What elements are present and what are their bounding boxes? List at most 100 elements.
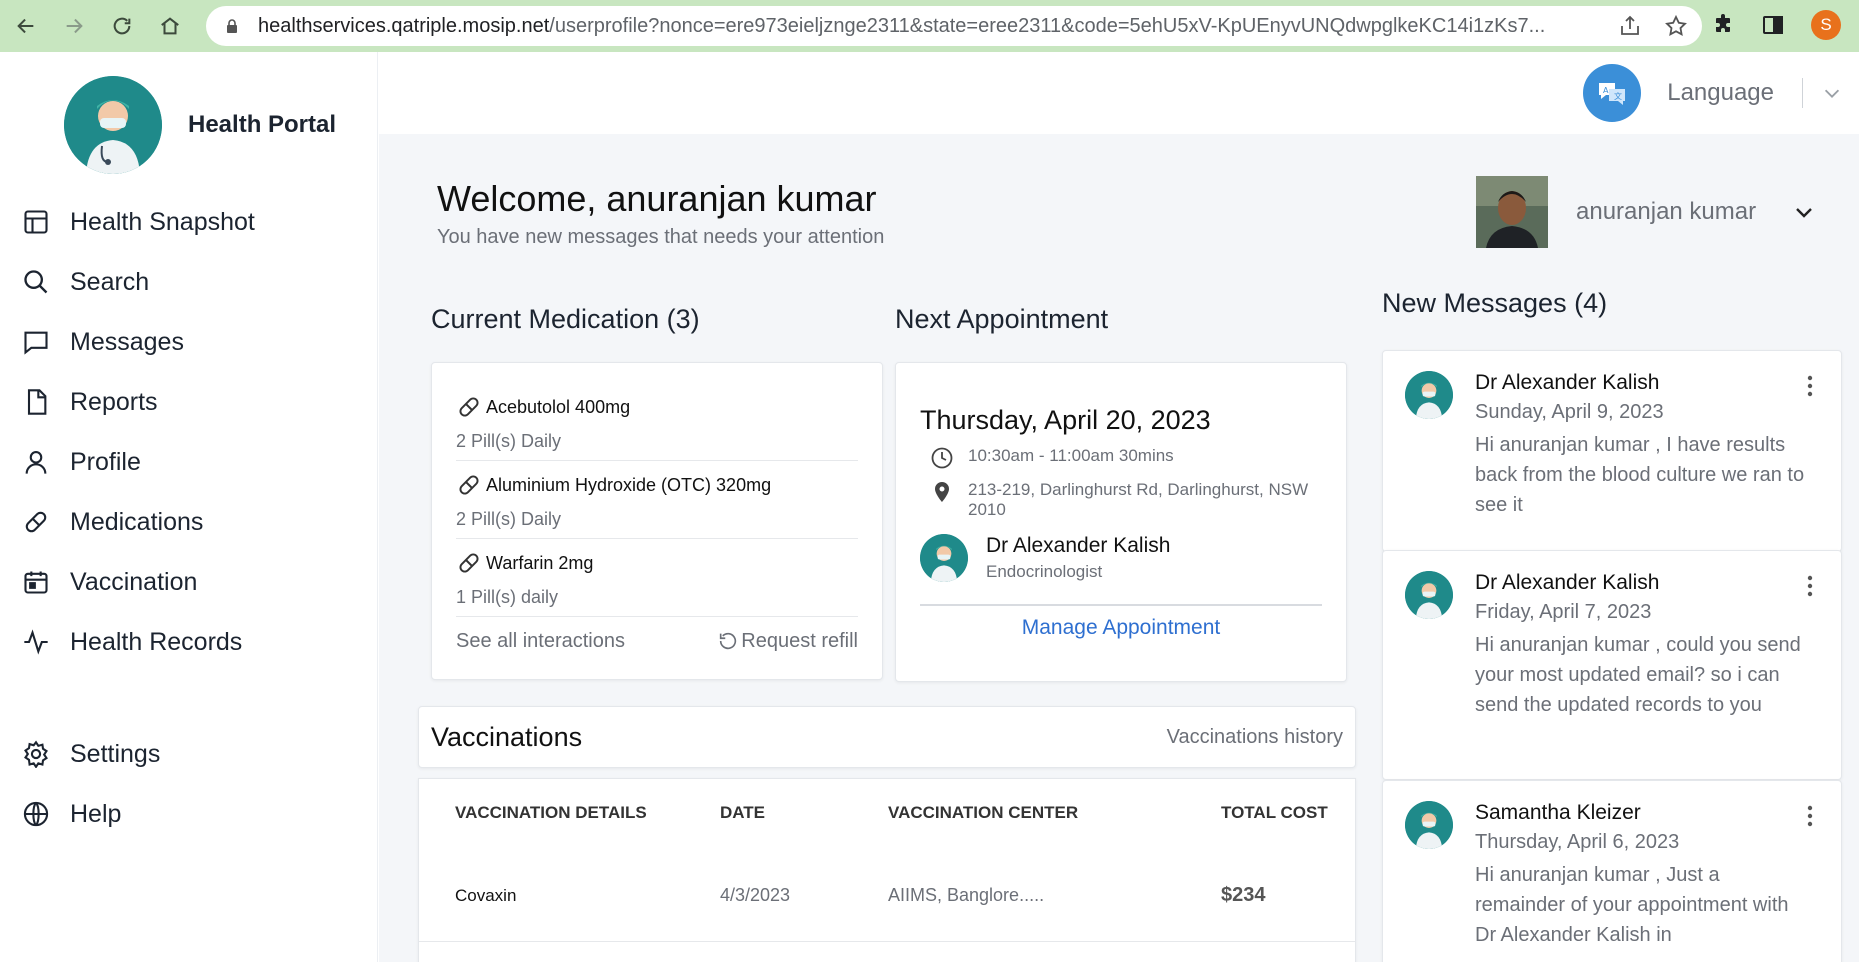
sidebar-item-label: Medications [70, 507, 204, 536]
message-date: Friday, April 7, 2023 [1475, 601, 1652, 623]
top-bar: A 文 Language [379, 52, 1859, 134]
sidebar-item-medications[interactable]: Medications [22, 492, 255, 552]
request-refill-button[interactable]: Request refill [717, 630, 858, 653]
reload-icon[interactable] [98, 0, 146, 52]
appointment-card: Thursday, April 20, 2023 10:30am - 11:00… [895, 362, 1347, 682]
medication-dose: 2 Pill(s) Daily [456, 431, 562, 451]
vaccine-name: Covaxin [419, 851, 684, 942]
share-icon[interactable] [1618, 14, 1642, 38]
medication-name: Acebutolol 400mg [486, 396, 631, 417]
location-pin-icon [935, 482, 949, 502]
extensions-icon[interactable] [1711, 13, 1735, 37]
sidebar-item-vaccination[interactable]: Vaccination [22, 552, 255, 612]
medication-dose: 2 Pill(s) Daily [456, 509, 562, 529]
message-preview: Hi anuranjan kumar , I have results back… [1475, 434, 1805, 516]
svg-text:文: 文 [1614, 91, 1622, 101]
sidebar-item-reports[interactable]: Reports [22, 372, 255, 432]
vaccinations-history-link[interactable]: Vaccinations history [1167, 726, 1343, 749]
forward-icon[interactable] [50, 0, 98, 52]
appointment-doctor[interactable]: Dr Alexander Kalish Endocrinologist [920, 534, 1322, 582]
more-vertical-icon[interactable] [1807, 375, 1813, 397]
globe-icon [23, 801, 49, 827]
table-row[interactable]: Covaxin 4/3/2023 AIIMS, Banglore..... $2… [419, 851, 1355, 942]
profile-avatar[interactable]: S [1811, 10, 1841, 40]
message-card[interactable]: Samantha Kleizer Thursday, April 6, 2023… [1382, 780, 1842, 962]
search-icon [24, 270, 48, 294]
main-content: A 文 Language Welcome, anuranjan kumar Yo… [379, 52, 1859, 962]
sidebar-item-messages[interactable]: Messages [22, 312, 255, 372]
sidebar-item-health-records[interactable]: Health Records [22, 612, 255, 672]
appointment-time: 10:30am - 11:00am 30mins [930, 446, 1322, 470]
home-icon[interactable] [146, 0, 194, 52]
message-date: Sunday, April 9, 2023 [1475, 401, 1664, 423]
browser-toolbar: healthservices.qatriple.mosip.net/userpr… [0, 0, 1859, 52]
message-preview: Hi anuranjan kumar , Just a remainder of… [1475, 864, 1789, 946]
doctor-avatar-icon [1405, 371, 1453, 419]
avatar [1476, 176, 1548, 248]
translate-icon: A 文 [1583, 64, 1642, 122]
sidepanel-icon[interactable] [1761, 13, 1785, 37]
svg-text:A: A [1603, 86, 1609, 95]
sidebar-item-health-snapshot[interactable]: Health Snapshot [22, 192, 255, 252]
brand[interactable]: Health Portal [64, 76, 336, 174]
user-menu[interactable]: anuranjan kumar [1476, 176, 1816, 248]
sidebar-item-settings[interactable]: Settings [22, 724, 160, 784]
sidebar-item-label: Settings [70, 739, 161, 768]
language-label: Language [1667, 79, 1774, 106]
lock-icon [227, 19, 237, 33]
welcome-header: Welcome, anuranjan kumar You have new me… [437, 178, 884, 249]
pill-icon [459, 553, 479, 573]
language-selector[interactable]: A 文 Language [1583, 64, 1843, 122]
message-sender: Samantha Kleizer [1475, 801, 1641, 824]
appointment-time-text: 10:30am - 11:00am 30mins [968, 446, 1174, 465]
see-all-interactions-link[interactable]: See all interactions [456, 630, 625, 653]
list-item[interactable]: Warfarin 2mg 1 Pill(s) daily [456, 539, 858, 617]
vaccinations-header: Vaccinations Vaccinations history [418, 706, 1356, 768]
more-vertical-icon[interactable] [1807, 805, 1813, 827]
page-subtitle: You have new messages that needs your at… [437, 226, 885, 248]
message-preview: Hi anuranjan kumar , could you send your… [1475, 634, 1801, 716]
sidebar-item-label: Vaccination [70, 567, 198, 596]
chevron-down-icon[interactable] [1821, 82, 1843, 104]
list-item[interactable]: Aluminium Hydroxide (OTC) 320mg 2 Pill(s… [456, 461, 858, 539]
message-date: Thursday, April 6, 2023 [1475, 831, 1680, 853]
chat-icon [24, 331, 48, 355]
back-icon[interactable] [2, 0, 50, 52]
sidebar-item-label: Messages [70, 327, 184, 356]
sidebar-item-label: Reports [70, 387, 158, 416]
medication-name: Warfarin 2mg [486, 552, 594, 573]
page-title: Welcome, anuranjan kumar [437, 178, 877, 219]
clock-icon [931, 447, 953, 469]
doctor-avatar-icon [920, 534, 968, 582]
grid-icon [24, 210, 48, 234]
star-icon[interactable] [1664, 14, 1688, 38]
sidebar-item-profile[interactable]: Profile [22, 432, 255, 492]
chevron-down-icon[interactable] [1792, 200, 1816, 224]
medication-section-title: Current Medication (3) [431, 304, 700, 334]
list-item[interactable]: Acebutolol 400mg 2 Pill(s) Daily [456, 383, 858, 461]
column-header: VACCINATION CENTER [888, 803, 1079, 822]
column-header: TOTAL COST [1221, 803, 1328, 822]
more-vertical-icon[interactable] [1807, 575, 1813, 597]
sidebar-item-search[interactable]: Search [22, 252, 255, 312]
sidebar-item-label: Profile [70, 447, 141, 476]
pill-icon [459, 475, 479, 495]
sidebar-item-help[interactable]: Help [22, 784, 160, 844]
vaccine-date: 4/3/2023 [684, 851, 852, 942]
message-sender: Dr Alexander Kalish [1475, 371, 1660, 394]
brand-name: Health Portal [188, 111, 337, 138]
address-bar[interactable]: healthservices.qatriple.mosip.net/userpr… [206, 6, 1702, 46]
table-header-row: VACCINATION DETAILS DATE VACCINATION CEN… [419, 779, 1355, 851]
manage-appointment-link[interactable]: Manage Appointment [920, 616, 1322, 640]
appointment-address-text: 213-219, Darlinghurst Rd, Darlinghurst, … [968, 480, 1309, 519]
user-icon [25, 451, 47, 474]
message-card[interactable]: Dr Alexander Kalish Sunday, April 9, 202… [1382, 350, 1842, 552]
divider [920, 604, 1322, 606]
document-icon [27, 389, 47, 415]
appointment-date: Thursday, April 20, 2023 [920, 405, 1211, 435]
url-text[interactable]: healthservices.qatriple.mosip.net/userpr… [258, 15, 1598, 38]
url-host: healthservices.qatriple.mosip.net [258, 14, 550, 37]
appointment-address: 213-219, Darlinghurst Rd, Darlinghurst, … [930, 480, 1322, 520]
column-header: DATE [720, 803, 766, 822]
message-card[interactable]: Dr Alexander Kalish Friday, April 7, 202… [1382, 550, 1842, 780]
